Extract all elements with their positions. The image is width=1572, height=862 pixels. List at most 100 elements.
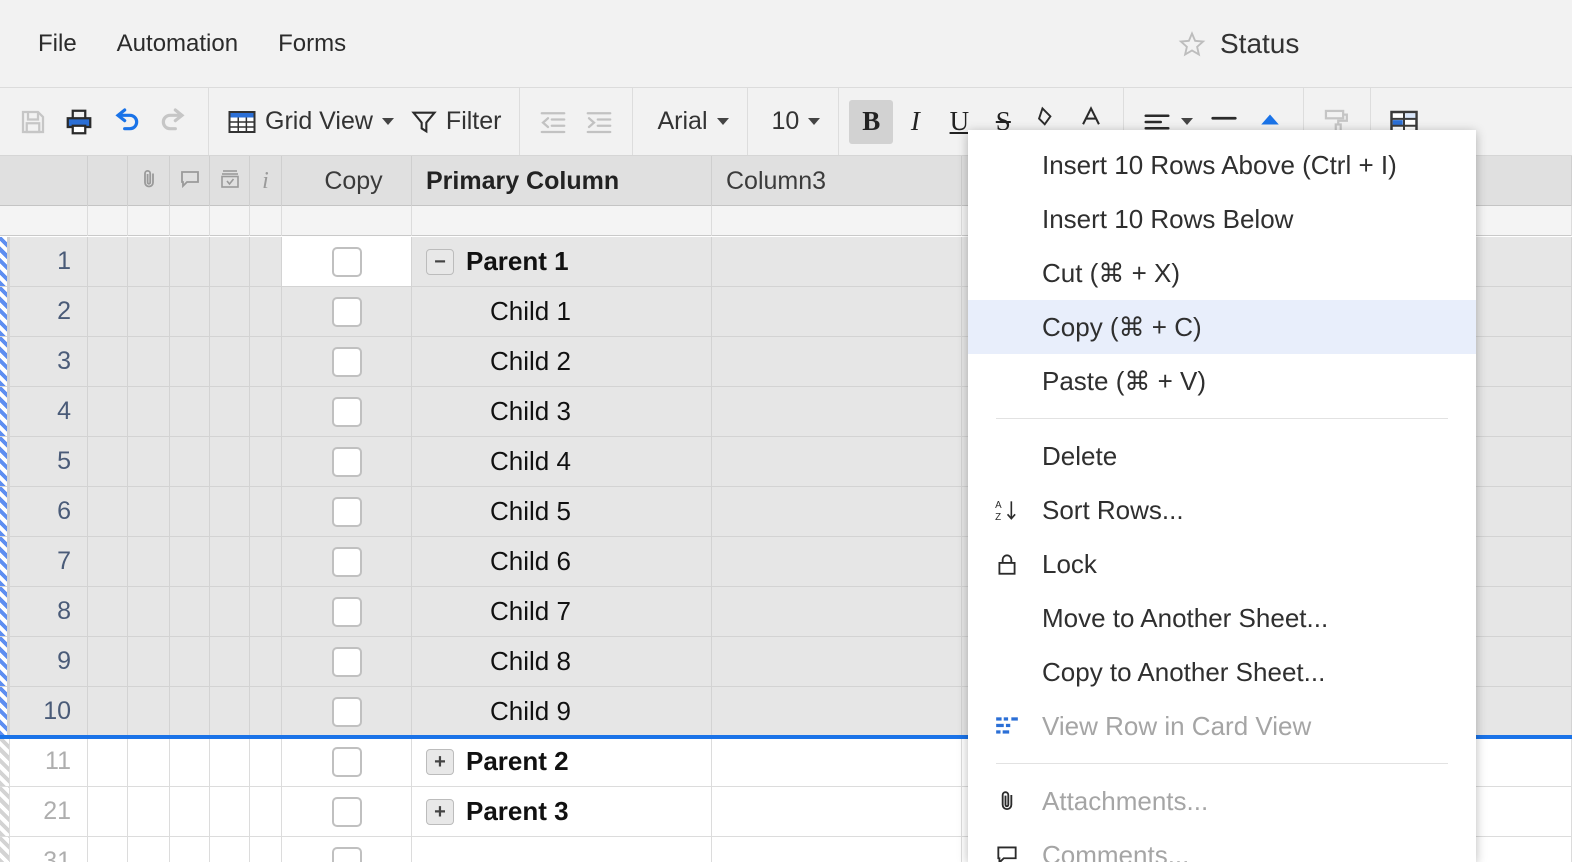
cell-proof[interactable] [210,437,250,487]
save-button[interactable] [10,100,56,144]
cell-column3[interactable] [712,287,962,337]
cell-copy[interactable] [282,337,412,387]
checkbox-unchecked[interactable] [331,346,362,377]
cell-spacer[interactable] [88,287,128,337]
row-context-menu[interactable]: Insert 10 Rows Above (Ctrl + I) Insert 10… [968,130,1476,862]
cell-copy[interactable] [282,687,412,737]
row-number[interactable]: 31 [10,837,88,862]
cell-comment[interactable] [170,637,210,687]
cell-attachment[interactable] [128,237,170,287]
cell-spacer[interactable] [88,787,128,837]
cell-comment[interactable] [170,787,210,837]
cell-primary-column[interactable]: Child 8 [412,637,712,687]
cell-info[interactable] [250,387,282,437]
cell-proof[interactable] [210,687,250,737]
row-number[interactable]: 1 [10,237,88,287]
star-outline-icon[interactable] [1178,30,1206,58]
row-selection-bar[interactable] [0,737,10,787]
row-selection-bar-selected[interactable] [0,487,10,537]
cell-comment[interactable] [170,737,210,787]
row-number[interactable]: 8 [10,587,88,637]
checkbox-unchecked[interactable] [331,696,362,727]
cell-column3[interactable] [712,337,962,387]
cell-attachment[interactable] [128,587,170,637]
header-info[interactable]: i [250,156,282,206]
cell-proof[interactable] [210,737,250,787]
checkbox-unchecked[interactable] [331,546,362,577]
header-attachment[interactable] [128,156,170,206]
print-button[interactable] [56,100,102,144]
header-comment[interactable] [170,156,210,206]
checkbox-unchecked[interactable] [331,396,362,427]
cell-info[interactable] [250,687,282,737]
cell-column3[interactable] [712,387,962,437]
cell-column3[interactable] [712,687,962,737]
row-number[interactable]: 10 [10,687,88,737]
row-selection-bar-selected[interactable] [0,587,10,637]
menu-file[interactable]: File [18,24,97,64]
menu-move-to-sheet[interactable]: Move to Another Sheet... [968,591,1476,645]
cell-comment[interactable] [170,287,210,337]
cell-attachment[interactable] [128,787,170,837]
header-column3[interactable]: Column3 [712,156,962,206]
header-primary-column[interactable]: Primary Column [412,156,712,206]
cell-spacer[interactable] [88,437,128,487]
cell-spacer[interactable] [88,587,128,637]
checkbox-unchecked[interactable] [331,746,362,777]
cell-column3[interactable] [712,537,962,587]
bold-button[interactable]: B [849,99,894,144]
cell-copy[interactable] [282,537,412,587]
cell-info[interactable] [250,587,282,637]
italic-button[interactable]: I [893,100,937,144]
cell-primary-column[interactable]: Child 5 [412,487,712,537]
cell-comment[interactable] [170,687,210,737]
cell-copy[interactable] [282,487,412,537]
cell-column3[interactable] [712,737,962,787]
row-selection-bar-selected[interactable] [0,237,10,287]
row-number[interactable]: 21 [10,787,88,837]
row-number[interactable]: 4 [10,387,88,437]
cell-primary-column[interactable]: Child 6 [412,537,712,587]
cell-comment[interactable] [170,537,210,587]
cell-spacer[interactable] [88,637,128,687]
cell-primary-column[interactable] [412,837,712,862]
row-number[interactable]: 3 [10,337,88,387]
checkbox-unchecked[interactable] [331,496,362,527]
cell-spacer[interactable] [88,237,128,287]
cell-info[interactable] [250,837,282,862]
cell-info[interactable] [250,537,282,587]
cell-primary-column[interactable]: Child 4 [412,437,712,487]
cell-proof[interactable] [210,487,250,537]
checkbox-unchecked[interactable] [331,646,362,677]
cell-comment[interactable] [170,387,210,437]
cell-copy[interactable] [282,837,412,862]
cell-proof[interactable] [210,787,250,837]
grid-view-button[interactable]: Grid View [219,100,402,144]
cell-attachment[interactable] [128,487,170,537]
cell-proof[interactable] [210,387,250,437]
cell-proof[interactable] [210,337,250,387]
cell-attachment[interactable] [128,637,170,687]
row-number[interactable]: 5 [10,437,88,487]
chevron-down-icon[interactable] [381,118,394,125]
cell-comment[interactable] [170,837,210,862]
row-selection-bar-selected[interactable] [0,687,10,737]
menu-cut[interactable]: Cut (⌘ + X) [968,246,1476,300]
cell-comment[interactable] [170,337,210,387]
cell-attachment[interactable] [128,287,170,337]
cell-copy[interactable] [282,587,412,637]
cell-info[interactable] [250,637,282,687]
menu-sort-rows[interactable]: A Z Sort Rows... [968,483,1476,537]
menu-copy-to-sheet[interactable]: Copy to Another Sheet... [968,645,1476,699]
cell-attachment[interactable] [128,437,170,487]
cell-info[interactable] [250,437,282,487]
cell-column3[interactable] [712,837,962,862]
cell-comment[interactable] [170,237,210,287]
header-copy[interactable]: Copy [282,156,412,206]
menu-lock[interactable]: Lock [968,537,1476,591]
menu-insert-rows-below[interactable]: Insert 10 Rows Below [968,192,1476,246]
cell-spacer[interactable] [88,487,128,537]
menu-insert-rows-above[interactable]: Insert 10 Rows Above (Ctrl + I) [968,138,1476,192]
cell-proof[interactable] [210,287,250,337]
cell-spacer[interactable] [88,687,128,737]
